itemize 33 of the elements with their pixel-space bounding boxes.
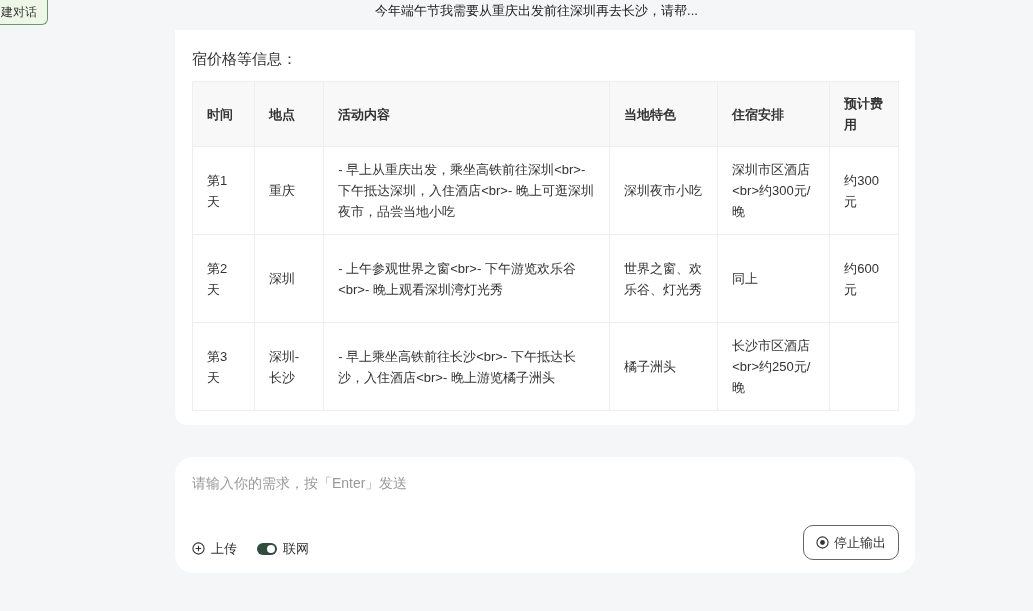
column-header: 地点 xyxy=(254,81,324,147)
table-cell: 深圳市区酒店<br>约300元/晚 xyxy=(717,146,830,235)
column-header: 活动内容 xyxy=(323,81,610,147)
table-cell: 重庆 xyxy=(254,146,324,235)
table-cell: 约300元 xyxy=(829,146,899,235)
table-cell: 同上 xyxy=(717,234,830,323)
table-cell: 长沙市区酒店<br>约250元/晚 xyxy=(717,322,830,411)
toggle-switch[interactable] xyxy=(257,542,277,555)
stop-circle-icon xyxy=(816,536,829,549)
upload-button[interactable]: 上传 xyxy=(192,539,237,558)
table-cell: 世界之窗、欢乐谷、灯光秀 xyxy=(609,234,718,323)
table-cell: - 早上从重庆出发，乘坐高铁前往深圳<br>- 下午抵达深圳，入住酒店<br>- 晚上可逛深圳夜市，品尝当地小吃 xyxy=(323,146,610,235)
table-cell: 第1天 xyxy=(192,146,255,235)
answer-text: 宿价格等信息： xyxy=(192,50,298,69)
table-cell: - 上午参观世界之窗<br>- 下午游览欢乐谷<br>- 晚上观看深圳湾灯光秀 xyxy=(323,234,610,323)
table-cell: 深圳-长沙 xyxy=(254,322,324,411)
stop-output-button[interactable]: 停止输出 xyxy=(803,525,899,560)
plus-circle-icon xyxy=(192,542,205,555)
table-cell: 第2天 xyxy=(192,234,255,323)
column-header: 时间 xyxy=(192,81,255,147)
new-chat-button[interactable]: 建对话 xyxy=(0,0,48,25)
conversation-title: 今年端午节我需要从重庆出发前往深圳再去长沙，请帮... xyxy=(375,2,698,18)
table-cell: 约600元 xyxy=(829,234,899,323)
table-cell: - 早上乘坐高铁前往长沙<br>- 下午抵达长沙，入住酒店<br>- 晚上游览橘子洲头 xyxy=(323,322,610,411)
table-cell: 第3天 xyxy=(192,322,255,411)
web-search-toggle[interactable]: 联网 xyxy=(257,539,309,558)
message-input-field[interactable]: 请输入你的需求，按「Enter」发送 上传 联网 停止输出 xyxy=(175,457,915,573)
table-cell: 深圳夜市小吃 xyxy=(609,146,718,235)
table-cell: 橘子洲头 xyxy=(609,322,718,411)
column-header: 当地特色 xyxy=(609,81,718,147)
column-header: 住宿安排 xyxy=(717,81,830,147)
table-cell: 深圳 xyxy=(254,234,324,323)
column-header: 预计费用 xyxy=(829,81,899,147)
